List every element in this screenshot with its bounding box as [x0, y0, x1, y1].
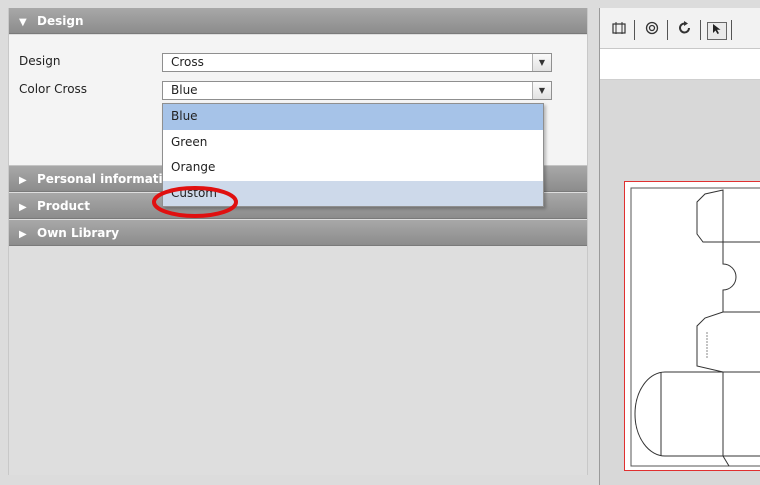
- section-title-own-library: Own Library: [37, 226, 120, 240]
- collapsed-arrow-icon: ▶: [19, 175, 27, 186]
- expanded-arrow-icon: ▼: [19, 17, 27, 28]
- collapsed-arrow-icon: ▶: [19, 202, 27, 213]
- right-frame: [594, 0, 760, 485]
- section-header-design[interactable]: ▼ Design: [9, 8, 587, 34]
- color-cross-select-value: Blue: [171, 83, 198, 97]
- left-frame: ▼ Design Design Cross ▼ Color Cross Blue …: [0, 0, 594, 485]
- preview-pane: [599, 8, 760, 485]
- design-select[interactable]: Cross ▼: [162, 53, 552, 72]
- section-title-personal-information: Personal informatio: [37, 172, 171, 186]
- color-cross-label: Color Cross: [19, 82, 88, 96]
- section-title-product: Product: [37, 199, 90, 213]
- toolbar-separator: [634, 20, 635, 40]
- toolbar-separator: [700, 20, 701, 40]
- section-title-design: Design: [37, 14, 84, 28]
- pointer-icon[interactable]: [707, 22, 727, 40]
- accordion-panel: ▼ Design Design Cross ▼ Color Cross Blue …: [8, 8, 588, 475]
- frame-icon[interactable]: [609, 21, 629, 39]
- dropdown-option-green[interactable]: Green: [163, 130, 543, 156]
- rotate-icon[interactable]: [675, 21, 695, 39]
- dropdown-option-orange[interactable]: Orange: [163, 155, 543, 181]
- section-header-own-library[interactable]: ▶ Own Library: [9, 220, 587, 246]
- target-icon[interactable]: [642, 21, 662, 39]
- collapsed-arrow-icon: ▶: [19, 229, 27, 240]
- chevron-down-icon[interactable]: ▼: [532, 82, 551, 99]
- toolbar-separator: [731, 20, 732, 40]
- artboard: [624, 181, 760, 471]
- dropdown-option-blue[interactable]: Blue: [163, 104, 543, 130]
- chevron-down-icon[interactable]: ▼: [532, 54, 551, 71]
- box-dieline: [630, 187, 760, 467]
- design-label: Design: [19, 54, 61, 68]
- design-select-value: Cross: [171, 55, 204, 69]
- color-cross-select[interactable]: Blue ▼: [162, 81, 552, 100]
- toolbar-separator: [667, 20, 668, 40]
- preview-subbar: [600, 49, 760, 80]
- annotation-ellipse: [152, 186, 238, 218]
- preview-canvas: [600, 80, 760, 485]
- preview-toolbar: [600, 8, 760, 49]
